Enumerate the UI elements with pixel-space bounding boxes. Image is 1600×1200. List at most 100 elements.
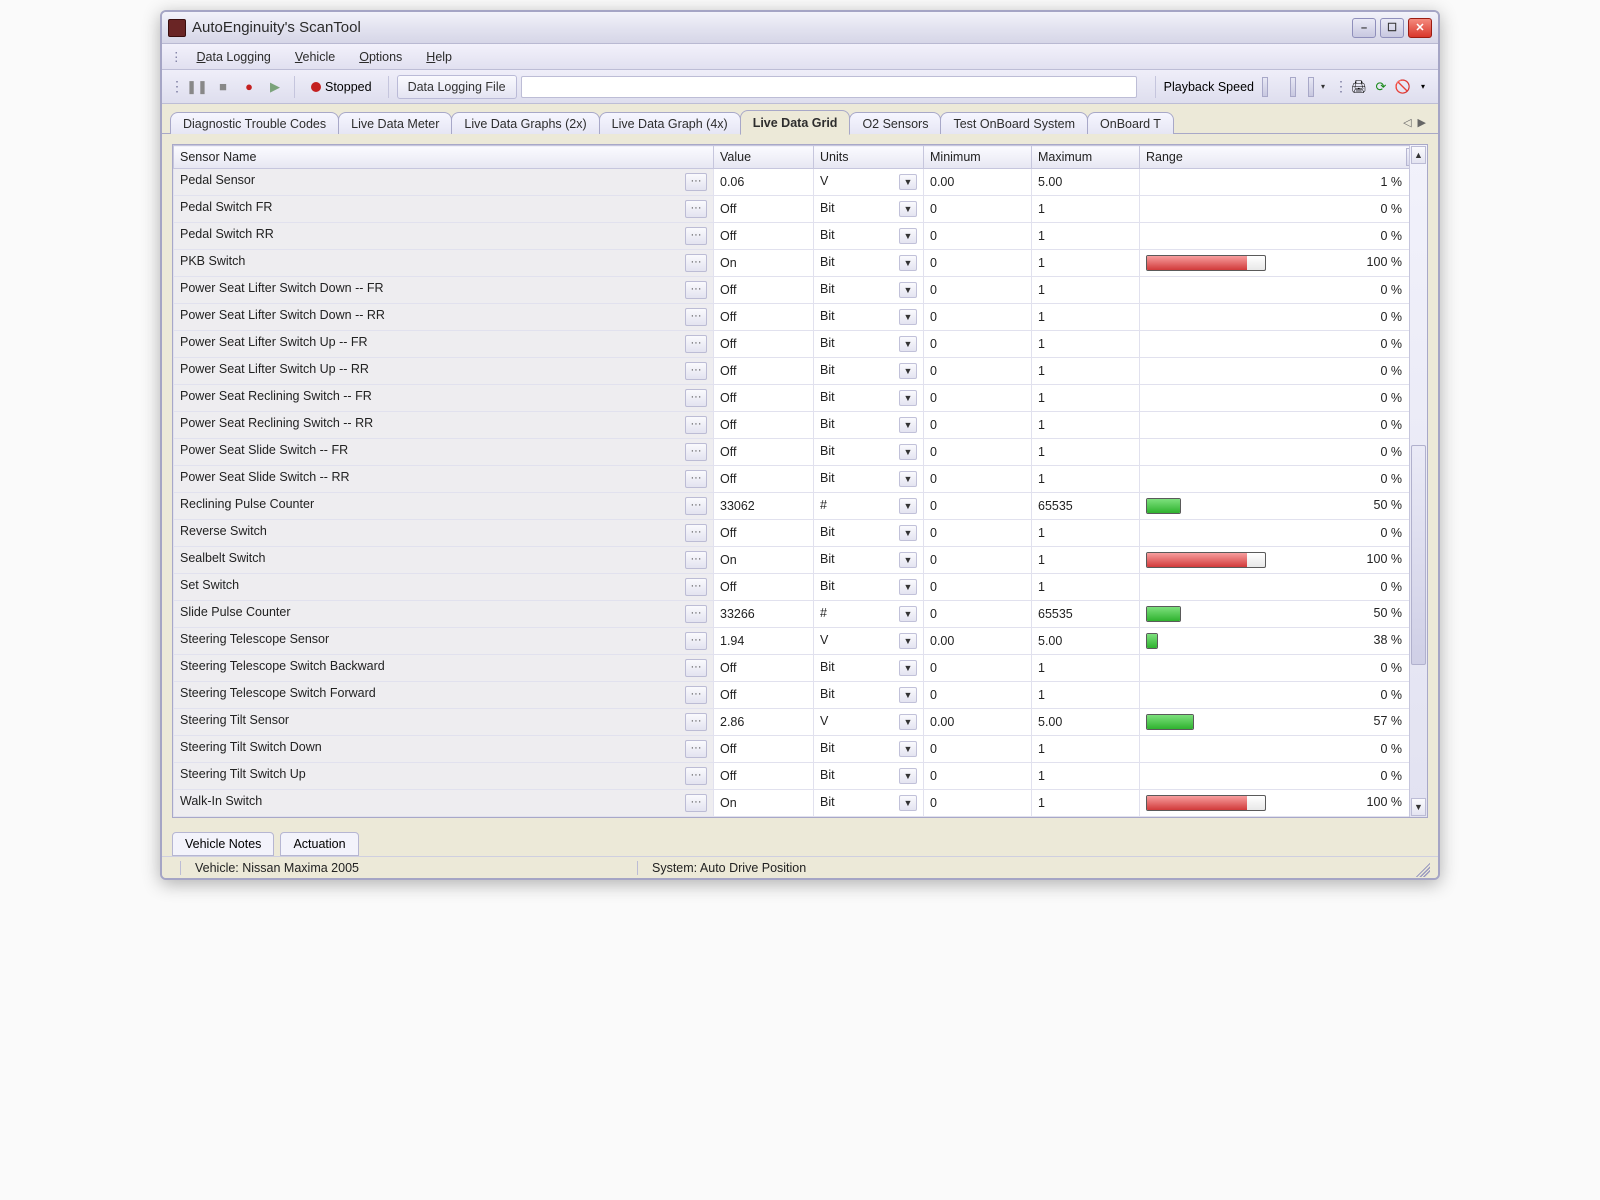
row-options-button[interactable]: ···: [685, 497, 707, 515]
row-options-button[interactable]: ···: [685, 686, 707, 704]
tab-o2-sensors[interactable]: O2 Sensors: [849, 112, 941, 134]
units-dropdown-icon[interactable]: ▼: [899, 498, 917, 514]
units-dropdown-icon[interactable]: ▼: [899, 255, 917, 271]
print-icon[interactable]: 🖨: [1350, 78, 1368, 96]
close-button[interactable]: ✕: [1408, 18, 1432, 38]
table-row[interactable]: Slide Pulse Counter···33266#▼06553550 %: [174, 601, 1427, 628]
resize-grip-icon[interactable]: [1412, 859, 1430, 877]
units-dropdown-icon[interactable]: ▼: [899, 282, 917, 298]
table-row[interactable]: Power Seat Lifter Switch Up -- RR···OffB…: [174, 358, 1427, 385]
col-header-minimum[interactable]: Minimum: [924, 146, 1032, 169]
tab-live-data-grid[interactable]: Live Data Grid: [740, 110, 851, 135]
minimize-button[interactable]: –: [1352, 18, 1376, 38]
table-row[interactable]: Steering Telescope Switch Forward···OffB…: [174, 682, 1427, 709]
table-row[interactable]: Pedal Switch FR···OffBit▼010 %: [174, 196, 1427, 223]
units-dropdown-icon[interactable]: ▼: [899, 309, 917, 325]
col-header-value[interactable]: Value: [714, 146, 814, 169]
units-dropdown-icon[interactable]: ▼: [899, 768, 917, 784]
tab-live-data-graph-4x-[interactable]: Live Data Graph (4x): [599, 112, 741, 134]
table-row[interactable]: Power Seat Lifter Switch Down -- FR···Of…: [174, 277, 1427, 304]
bottom-tab-actuation[interactable]: Actuation: [280, 832, 358, 856]
scroll-down-icon[interactable]: ▼: [1411, 798, 1426, 816]
table-row[interactable]: Steering Telescope Sensor···1.94V▼0.005.…: [174, 628, 1427, 655]
tab-scroll-right-icon[interactable]: ▶: [1418, 116, 1426, 129]
table-row[interactable]: Walk-In Switch···OnBit▼01100 %: [174, 790, 1427, 817]
table-row[interactable]: Steering Tilt Switch Up···OffBit▼010 %: [174, 763, 1427, 790]
units-dropdown-icon[interactable]: ▼: [899, 714, 917, 730]
units-dropdown-icon[interactable]: ▼: [899, 363, 917, 379]
row-options-button[interactable]: ···: [685, 578, 707, 596]
table-row[interactable]: Steering Tilt Switch Down···OffBit▼010 %: [174, 736, 1427, 763]
row-options-button[interactable]: ···: [685, 173, 707, 191]
units-dropdown-icon[interactable]: ▼: [899, 660, 917, 676]
row-options-button[interactable]: ···: [685, 605, 707, 623]
refresh-icon[interactable]: ⟳: [1372, 78, 1390, 96]
bottom-tab-vehicle-notes[interactable]: Vehicle Notes: [172, 832, 274, 856]
row-options-button[interactable]: ···: [685, 524, 707, 542]
units-dropdown-icon[interactable]: ▼: [899, 687, 917, 703]
row-options-button[interactable]: ···: [685, 659, 707, 677]
table-row[interactable]: Steering Telescope Switch Backward···Off…: [174, 655, 1427, 682]
table-row[interactable]: Sealbelt Switch···OnBit▼01100 %: [174, 547, 1427, 574]
slider-dropdown-icon[interactable]: ▾: [1316, 82, 1330, 91]
units-dropdown-icon[interactable]: ▼: [899, 444, 917, 460]
row-options-button[interactable]: ···: [685, 632, 707, 650]
row-options-button[interactable]: ···: [685, 362, 707, 380]
row-options-button[interactable]: ···: [685, 443, 707, 461]
table-row[interactable]: Power Seat Slide Switch -- FR···OffBit▼0…: [174, 439, 1427, 466]
row-options-button[interactable]: ···: [685, 227, 707, 245]
col-header-range[interactable]: Range: [1140, 146, 1427, 169]
col-header-sensor-name[interactable]: Sensor Name: [174, 146, 714, 169]
table-row[interactable]: PKB Switch···OnBit▼01100 %: [174, 250, 1427, 277]
record-button[interactable]: ●: [238, 77, 260, 97]
units-dropdown-icon[interactable]: ▼: [899, 201, 917, 217]
row-options-button[interactable]: ···: [685, 740, 707, 758]
units-dropdown-icon[interactable]: ▼: [899, 633, 917, 649]
table-row[interactable]: Pedal Switch RR···OffBit▼010 %: [174, 223, 1427, 250]
tab-live-data-graphs-2x-[interactable]: Live Data Graphs (2x): [451, 112, 599, 134]
maximize-button[interactable]: ☐: [1380, 18, 1404, 38]
units-dropdown-icon[interactable]: ▼: [899, 606, 917, 622]
scroll-thumb[interactable]: [1411, 445, 1426, 665]
stop-button[interactable]: ■: [212, 77, 234, 97]
menu-vehicle[interactable]: Vehicle: [285, 48, 345, 66]
tab-test-onboard-system[interactable]: Test OnBoard System: [940, 112, 1088, 134]
tab-diagnostic-trouble-codes[interactable]: Diagnostic Trouble Codes: [170, 112, 339, 134]
play-button[interactable]: ▶: [264, 77, 286, 97]
vertical-scrollbar[interactable]: ▲ ▼: [1409, 145, 1427, 817]
table-row[interactable]: Steering Tilt Sensor···2.86V▼0.005.0057 …: [174, 709, 1427, 736]
tab-onboard-t[interactable]: OnBoard T: [1087, 112, 1174, 134]
cancel-icon[interactable]: 🚫: [1394, 78, 1412, 96]
table-row[interactable]: Power Seat Lifter Switch Down -- RR···Of…: [174, 304, 1427, 331]
col-header-maximum[interactable]: Maximum: [1032, 146, 1140, 169]
units-dropdown-icon[interactable]: ▼: [899, 795, 917, 811]
col-header-units[interactable]: Units: [814, 146, 924, 169]
table-row[interactable]: Reclining Pulse Counter···33062#▼0655355…: [174, 493, 1427, 520]
units-dropdown-icon[interactable]: ▼: [899, 390, 917, 406]
row-options-button[interactable]: ···: [685, 794, 707, 812]
scroll-up-icon[interactable]: ▲: [1411, 146, 1426, 164]
units-dropdown-icon[interactable]: ▼: [899, 174, 917, 190]
row-options-button[interactable]: ···: [685, 551, 707, 569]
table-row[interactable]: Reverse Switch···OffBit▼010 %: [174, 520, 1427, 547]
playback-speed-slider[interactable]: ▾: [1262, 77, 1330, 97]
table-row[interactable]: Power Seat Slide Switch -- RR···OffBit▼0…: [174, 466, 1427, 493]
row-options-button[interactable]: ···: [685, 335, 707, 353]
table-row[interactable]: Power Seat Reclining Switch -- FR···OffB…: [174, 385, 1427, 412]
tab-scroll-left-icon[interactable]: ◁: [1403, 116, 1411, 129]
row-options-button[interactable]: ···: [685, 254, 707, 272]
pause-button[interactable]: ❚❚: [186, 77, 208, 97]
table-row[interactable]: Pedal Sensor···0.06V▼0.005.001 %: [174, 169, 1427, 196]
row-options-button[interactable]: ···: [685, 470, 707, 488]
table-row[interactable]: Power Seat Reclining Switch -- RR···OffB…: [174, 412, 1427, 439]
units-dropdown-icon[interactable]: ▼: [899, 417, 917, 433]
row-options-button[interactable]: ···: [685, 767, 707, 785]
units-dropdown-icon[interactable]: ▼: [899, 579, 917, 595]
units-dropdown-icon[interactable]: ▼: [899, 552, 917, 568]
units-dropdown-icon[interactable]: ▼: [899, 525, 917, 541]
menu-help[interactable]: Help: [416, 48, 462, 66]
units-dropdown-icon[interactable]: ▼: [899, 228, 917, 244]
row-options-button[interactable]: ···: [685, 200, 707, 218]
row-options-button[interactable]: ···: [685, 416, 707, 434]
units-dropdown-icon[interactable]: ▼: [899, 336, 917, 352]
